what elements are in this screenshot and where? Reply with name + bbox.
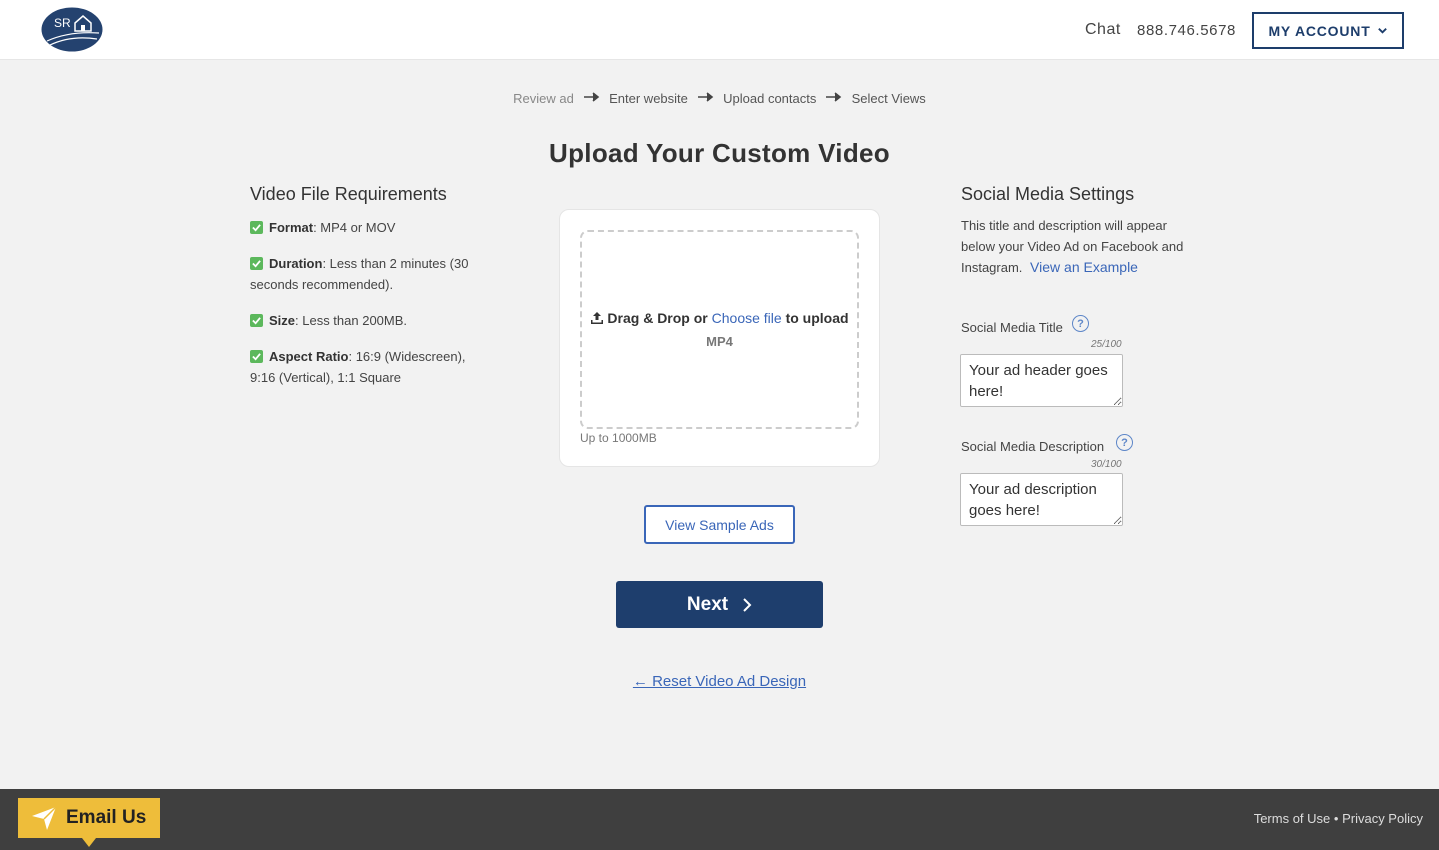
paper-plane-icon (32, 806, 57, 830)
my-account-button[interactable]: MY ACCOUNT (1252, 12, 1404, 49)
step-review-ad[interactable]: Review ad (513, 91, 574, 106)
choose-file-link[interactable]: Choose file (712, 310, 782, 326)
accepted-file-type: MP4 (706, 334, 733, 349)
phone-number[interactable]: 888.746.5678 (1137, 22, 1236, 39)
checkbox-checked-icon (250, 257, 263, 270)
arrow-right-icon (697, 92, 713, 102)
checkbox-checked-icon (250, 221, 263, 234)
upload-card: Drag & Drop or Choose file to upload MP4… (559, 209, 880, 467)
page-title: Upload Your Custom Video (549, 138, 890, 168)
upload-size-limit: Up to 1000MB (580, 431, 657, 445)
footer: Terms of Use • Privacy Policy (0, 789, 1439, 850)
social-title-counter: 25/100 (1091, 339, 1122, 350)
next-label: Next (686, 593, 729, 615)
step-enter-website: Enter website (609, 91, 688, 107)
requirement-aspect-ratio: Aspect Ratio: 16:9 (Widescreen), 9:16 (V… (250, 349, 466, 385)
view-sample-ads-button[interactable]: View Sample Ads (644, 505, 795, 544)
file-dropzone[interactable]: Drag & Drop or Choose file to upload MP4 (580, 230, 859, 429)
email-us-label: Email Us (66, 807, 147, 828)
email-us-pointer (82, 838, 96, 847)
upload-icon (591, 312, 604, 324)
step-upload-contacts: Upload contacts (723, 91, 817, 107)
top-header: SR Chat 888.746.5678 MY ACCOUNT (0, 0, 1439, 60)
social-title-input[interactable]: Your ad header goes here! (960, 354, 1123, 407)
social-settings-title: Social Media Settings (961, 184, 1135, 204)
my-account-label: MY ACCOUNT (1268, 22, 1371, 39)
requirement-duration: Duration: Less than 2 minutes (30 second… (250, 256, 469, 292)
email-us-button[interactable]: Email Us (18, 798, 160, 838)
reset-wrapper: ← Reset Video Ad Design (0, 673, 1439, 690)
footer-separator: • (1333, 811, 1339, 826)
arrow-right-icon (583, 92, 599, 102)
arrow-right-icon (826, 92, 842, 102)
checkbox-checked-icon (250, 350, 263, 363)
view-example-link[interactable]: View an Example (1030, 259, 1138, 275)
help-icon[interactable]: ? (1072, 315, 1089, 332)
requirement-format: Format: MP4 or MOV (250, 217, 490, 238)
svg-text:SR: SR (54, 16, 71, 30)
social-media-settings: Social Media Settings This title and des… (961, 184, 1201, 278)
requirements-title: Video File Requirements (250, 184, 447, 204)
chat-link[interactable]: Chat (1085, 21, 1121, 39)
chevron-down-icon (1377, 28, 1387, 34)
footer-links: Terms of Use • Privacy Policy (1254, 811, 1423, 826)
terms-of-use-link[interactable]: Terms of Use (1254, 811, 1331, 826)
social-description-input[interactable]: Your ad description goes here! (960, 473, 1123, 526)
social-description-counter: 30/100 (1091, 459, 1122, 470)
social-title-label: Social Media Title (961, 320, 1063, 335)
reset-video-ad-link[interactable]: ← Reset Video Ad Design (633, 673, 806, 690)
requirement-size: Size: Less than 200MB. (250, 310, 490, 331)
social-description-label: Social Media Description (961, 439, 1105, 454)
logo-house-icon: SR (41, 7, 103, 52)
help-icon[interactable]: ? (1116, 434, 1133, 451)
video-requirements: Video File Requirements Format: MP4 or M… (250, 184, 490, 403)
dropzone-prompt: Drag & Drop or Choose file to upload (582, 310, 857, 326)
chevron-right-icon (743, 597, 752, 612)
next-button[interactable]: Next (616, 581, 823, 628)
progress-steps: Review ad Enter website Upload contacts … (0, 90, 1439, 106)
social-settings-description: This title and description will appear b… (961, 218, 1184, 275)
step-select-views: Select Views (851, 91, 926, 107)
privacy-policy-link[interactable]: Privacy Policy (1342, 811, 1423, 826)
site-logo[interactable]: SR (41, 7, 103, 52)
checkbox-checked-icon (250, 314, 263, 327)
